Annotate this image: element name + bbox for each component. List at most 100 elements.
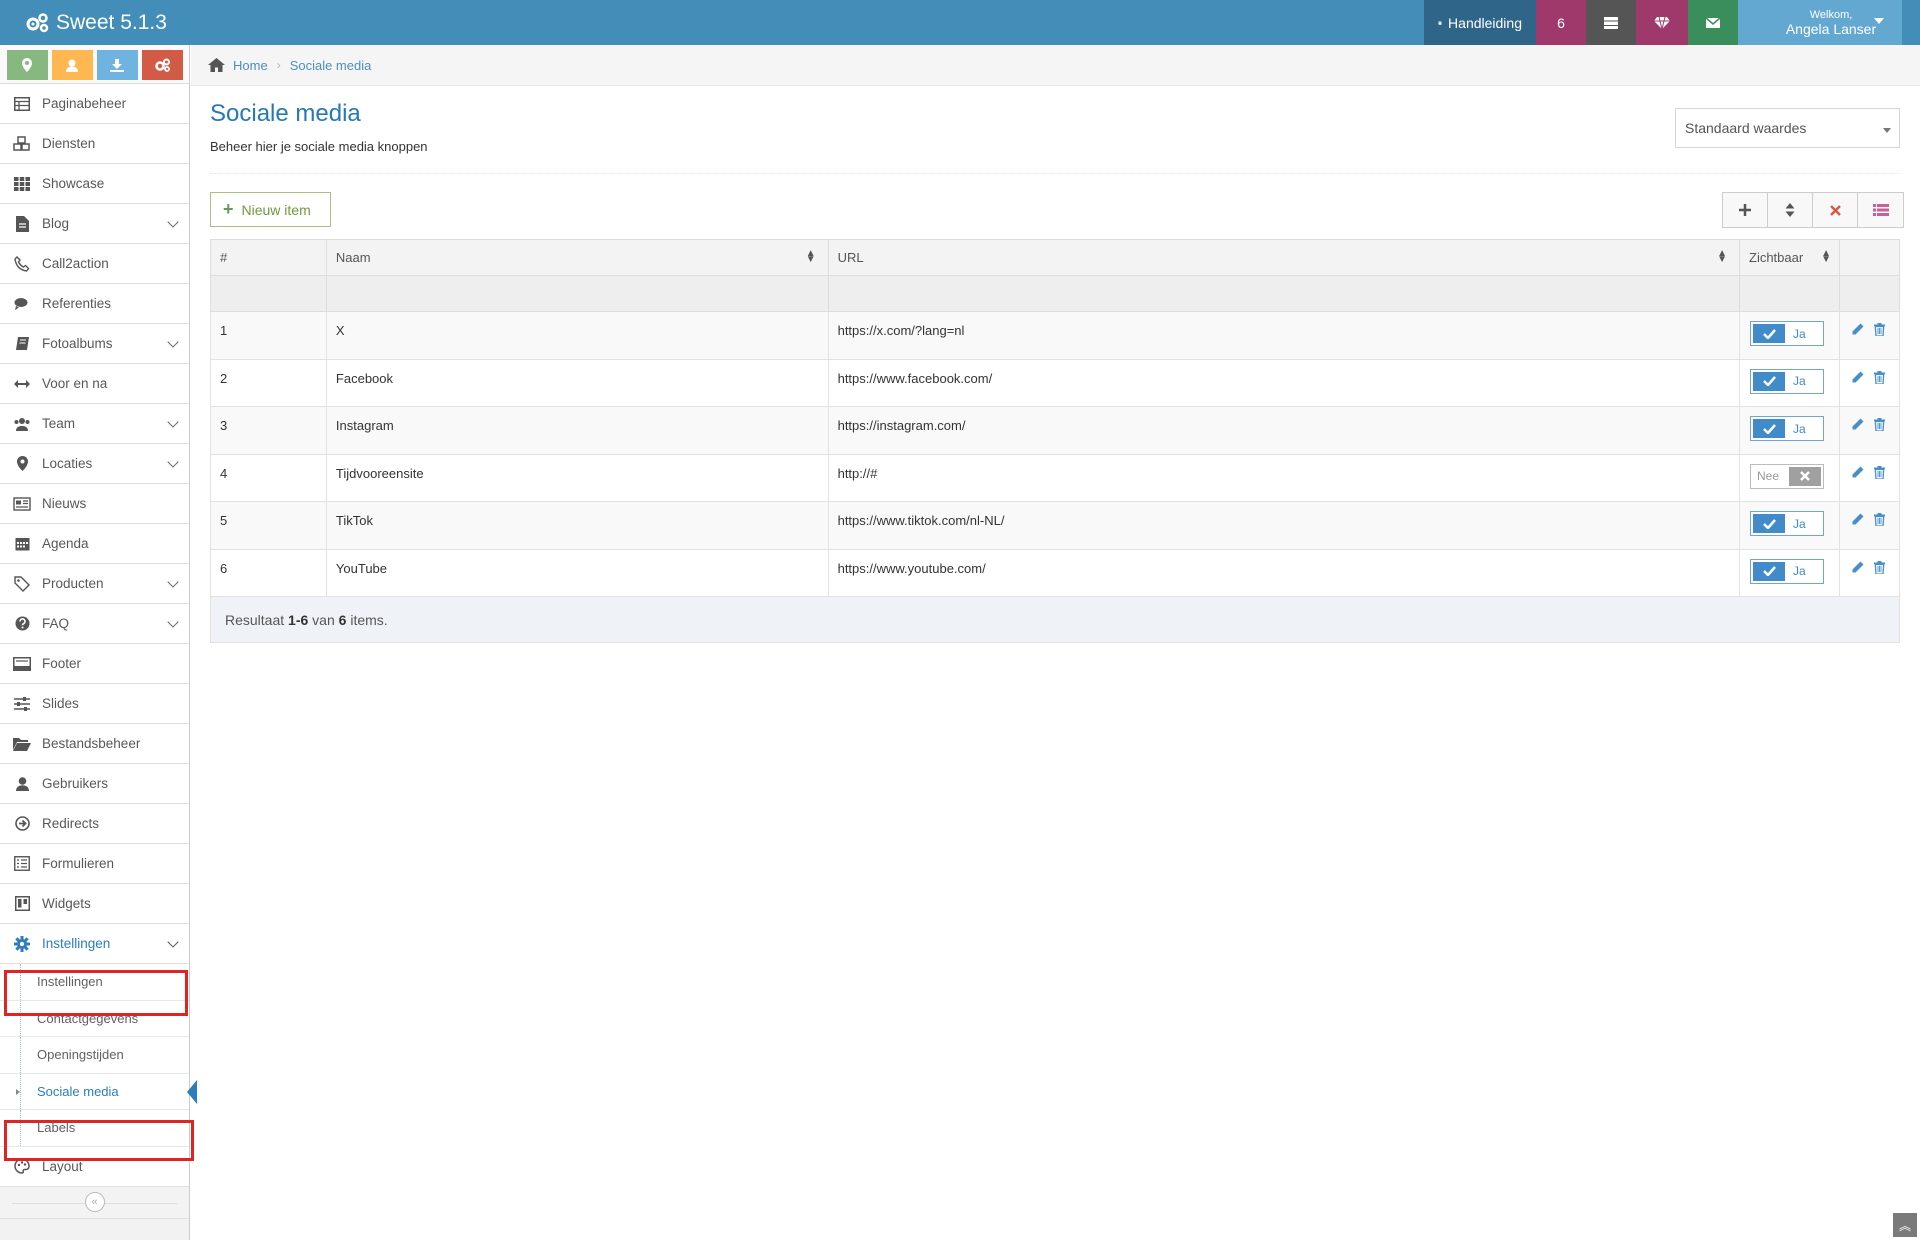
chevron-down-icon[interactable] xyxy=(167,216,179,228)
visibility-label: Ja xyxy=(1793,421,1806,436)
sidebar-item-voor-en-na[interactable]: Voor en na xyxy=(0,364,189,404)
defaults-select[interactable]: Standaard waardes xyxy=(1675,108,1900,148)
sidebar-item-footer[interactable]: Footer xyxy=(0,644,189,684)
pencil-icon[interactable] xyxy=(1852,561,1864,577)
sidebar-item-nieuws[interactable]: Nieuws xyxy=(0,484,189,524)
grid-icon xyxy=(12,174,32,194)
column-header-url[interactable]: URL ▲ ▼ xyxy=(827,239,1741,276)
sidebar-item-widgets[interactable]: Widgets xyxy=(0,884,189,924)
gears-icon xyxy=(155,58,170,72)
trash-icon[interactable] xyxy=(1873,418,1885,434)
mail-button[interactable] xyxy=(1688,0,1738,45)
chevron-down-icon[interactable] xyxy=(167,616,179,628)
expand-button[interactable] xyxy=(1723,193,1768,227)
sidebar-item-bestandsbeheer[interactable]: Bestandsbeheer xyxy=(0,724,189,764)
chevron-down-icon[interactable] xyxy=(167,456,179,468)
shortcut-download-button[interactable] xyxy=(96,50,138,80)
list-alt-icon xyxy=(12,854,32,874)
table-icon xyxy=(12,94,32,114)
visibility-toggle[interactable]: Ja xyxy=(1750,558,1824,584)
user-icon xyxy=(66,59,78,72)
trash-icon[interactable] xyxy=(1873,465,1885,482)
chevron-down-icon[interactable] xyxy=(167,336,179,348)
row-number: 1 xyxy=(210,311,327,360)
sidebar-item-team[interactable]: Team xyxy=(0,404,189,444)
pencil-icon[interactable] xyxy=(1852,418,1864,434)
trash-icon[interactable] xyxy=(1873,323,1885,339)
chevron-down-icon[interactable] xyxy=(167,416,179,428)
table-row: 5 TikTok https://www.tiktok.com/nl-NL/Ja xyxy=(210,501,1901,550)
sidebar-item-call2action[interactable]: Call2action xyxy=(0,244,189,284)
collapse-sidebar-button[interactable]: « xyxy=(84,1192,105,1212)
sidebar-item-paginabeheer[interactable]: Paginabeheer xyxy=(0,84,189,124)
breadcrumb-current-link[interactable]: Sociale media xyxy=(290,58,372,73)
sidebar-item-producten[interactable]: Producten xyxy=(0,564,189,604)
trash-icon[interactable] xyxy=(1873,560,1885,577)
sidebar-item-slides[interactable]: Slides xyxy=(0,684,189,724)
sidebar-item-faq[interactable]: FAQ xyxy=(0,604,189,644)
page-subtitle: Beheer hier je sociale media knoppen xyxy=(210,139,428,154)
breadcrumb-home-link[interactable]: Home xyxy=(233,58,268,73)
visibility-toggle[interactable]: Ja xyxy=(1750,511,1824,536)
map-marker-icon xyxy=(12,454,32,474)
brand[interactable]: Sweet 5.1.3 xyxy=(0,0,167,45)
shortcut-settings-button[interactable] xyxy=(141,50,183,80)
filter-name-cell[interactable] xyxy=(325,275,829,312)
row-actions xyxy=(1838,406,1901,455)
sidebar-item-showcase[interactable]: Showcase xyxy=(0,164,189,204)
visibility-toggle[interactable]: Ja xyxy=(1750,368,1824,394)
manual-button[interactable]: Handleiding xyxy=(1424,0,1536,45)
chevron-down-icon[interactable] xyxy=(167,576,179,588)
sidebar-item-referenties[interactable]: Referenties xyxy=(0,284,189,324)
submenu-item-sociale-media[interactable]: Sociale media xyxy=(0,1073,197,1110)
pencil-icon[interactable] xyxy=(1852,466,1864,482)
visibility-toggle[interactable]: Ja xyxy=(1750,416,1824,441)
sidebar-item-blog[interactable]: Blog xyxy=(0,204,189,244)
sidebar-item-formulieren[interactable]: Formulieren xyxy=(0,844,189,884)
visibility-toggle[interactable]: Ja xyxy=(1750,321,1824,346)
user-menu[interactable]: Welkom, Angela Lanser xyxy=(1738,0,1902,45)
sidebar-item-redirects[interactable]: Redirects xyxy=(0,804,189,844)
sidebar-item-instellingen[interactable]: Instellingen xyxy=(0,924,189,964)
new-item-button[interactable]: + Nieuw item xyxy=(210,192,331,227)
sidebar-item-gebruikers[interactable]: Gebruikers xyxy=(0,764,189,804)
row-actions xyxy=(1838,548,1901,597)
row-visible: Ja xyxy=(1739,358,1840,407)
breadcrumb: Home › Sociale media xyxy=(191,45,1920,86)
caret-down-icon xyxy=(1874,18,1884,24)
check-icon xyxy=(1753,371,1785,391)
sidebar-item-label: Voor en na xyxy=(42,376,108,391)
sidebar-item-locaties[interactable]: Locaties xyxy=(0,444,189,484)
column-header-visible[interactable]: Zichtbaar ▲ ▼ xyxy=(1739,239,1840,276)
clear-filter-button[interactable] xyxy=(1813,193,1858,227)
filter-url-cell[interactable] xyxy=(827,275,1741,312)
sidebar-item-fotoalbums[interactable]: Fotoalbums xyxy=(0,324,189,364)
scroll-top-button[interactable]: ︽ xyxy=(1893,1213,1917,1237)
pencil-icon[interactable] xyxy=(1852,513,1864,529)
table-summary: Resultaat 1-6 van 6 items. xyxy=(210,597,1900,643)
pencil-icon[interactable] xyxy=(1852,371,1864,387)
shortcut-location-button[interactable] xyxy=(6,50,48,80)
column-header-name[interactable]: Naam ▲ ▼ xyxy=(325,239,829,276)
home-icon[interactable] xyxy=(208,58,225,72)
chevron-down-icon[interactable] xyxy=(167,936,179,948)
row-url: https://instagram.com/ xyxy=(827,406,1741,455)
visibility-toggle[interactable]: Nee xyxy=(1750,463,1824,489)
breadcrumb-separator-icon: › xyxy=(276,58,281,72)
server-icon xyxy=(1604,16,1618,29)
question-icon xyxy=(12,614,32,634)
shortcut-user-button[interactable] xyxy=(51,50,93,80)
sidebar-item-agenda[interactable]: Agenda xyxy=(0,524,189,564)
submenu-item-openingstijden[interactable]: Openingstijden xyxy=(0,1037,189,1074)
server-button[interactable] xyxy=(1586,0,1636,45)
trash-icon[interactable] xyxy=(1873,370,1885,387)
columns-button[interactable] xyxy=(1858,193,1903,227)
pencil-icon[interactable] xyxy=(1852,323,1864,339)
file-icon xyxy=(12,214,32,234)
caret-right-icon xyxy=(16,1088,20,1095)
premium-button[interactable] xyxy=(1636,0,1688,45)
sidebar-item-diensten[interactable]: Diensten xyxy=(0,124,189,164)
notification-count-button[interactable]: 6 xyxy=(1536,0,1586,45)
sort-button[interactable] xyxy=(1768,193,1813,227)
trash-icon[interactable] xyxy=(1873,513,1885,529)
